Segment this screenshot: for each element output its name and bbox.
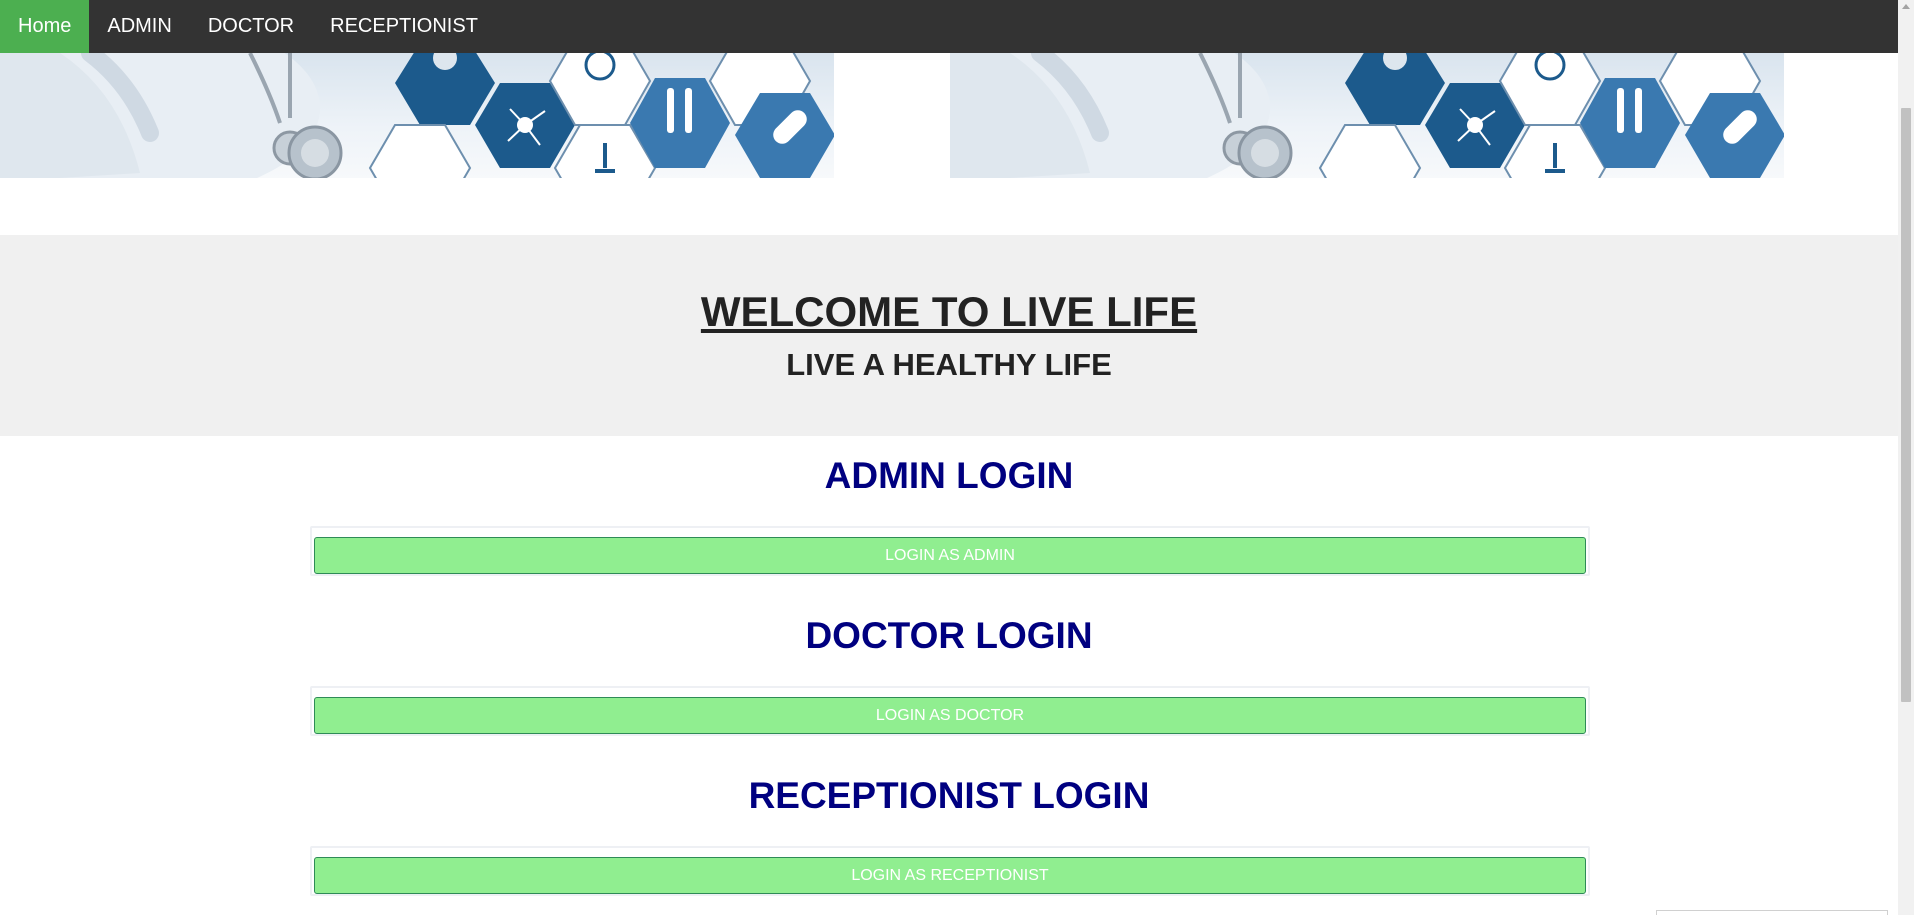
vertical-scrollbar[interactable] bbox=[1898, 0, 1914, 915]
login-as-doctor-button[interactable]: LOGIN AS DOCTOR bbox=[314, 697, 1586, 734]
nav-admin[interactable]: ADMIN bbox=[89, 0, 189, 53]
receptionist-login-heading: RECEPTIONIST LOGIN bbox=[748, 775, 1150, 816]
banner: Health Care bbox=[0, 53, 1898, 178]
doctor-login-heading: DOCTOR LOGIN bbox=[805, 615, 1093, 656]
login-as-admin-button[interactable]: LOGIN AS ADMIN bbox=[314, 537, 1586, 574]
welcome-subtitle: LIVE A HEALTHY LIFE bbox=[786, 347, 1112, 382]
scroll-up-arrow-icon[interactable] bbox=[1902, 4, 1910, 9]
corner-widget bbox=[1656, 910, 1888, 915]
receptionist-login-form: LOGIN AS RECEPTIONIST bbox=[310, 846, 1590, 896]
login-as-receptionist-button[interactable]: LOGIN AS RECEPTIONIST bbox=[314, 857, 1586, 894]
admin-login-form: LOGIN AS ADMIN bbox=[310, 526, 1590, 576]
medical-banner-image-left: Health Care bbox=[0, 53, 834, 178]
scrollbar-thumb[interactable] bbox=[1901, 108, 1911, 702]
nav-receptionist[interactable]: RECEPTIONIST bbox=[312, 0, 496, 53]
doctor-login-form: LOGIN AS DOCTOR bbox=[310, 686, 1590, 736]
nav-home[interactable]: Home bbox=[0, 0, 90, 53]
medical-banner-image-right bbox=[950, 53, 1784, 178]
nav-doctor[interactable]: DOCTOR bbox=[190, 0, 312, 53]
welcome-title: WELCOME TO LIVE LIFE bbox=[700, 288, 1198, 335]
top-navbar: Home ADMIN DOCTOR RECEPTIONIST bbox=[0, 0, 1898, 53]
welcome-section: WELCOME TO LIVE LIFE LIVE A HEALTHY LIFE bbox=[0, 235, 1898, 436]
admin-login-heading: ADMIN LOGIN bbox=[824, 455, 1074, 496]
